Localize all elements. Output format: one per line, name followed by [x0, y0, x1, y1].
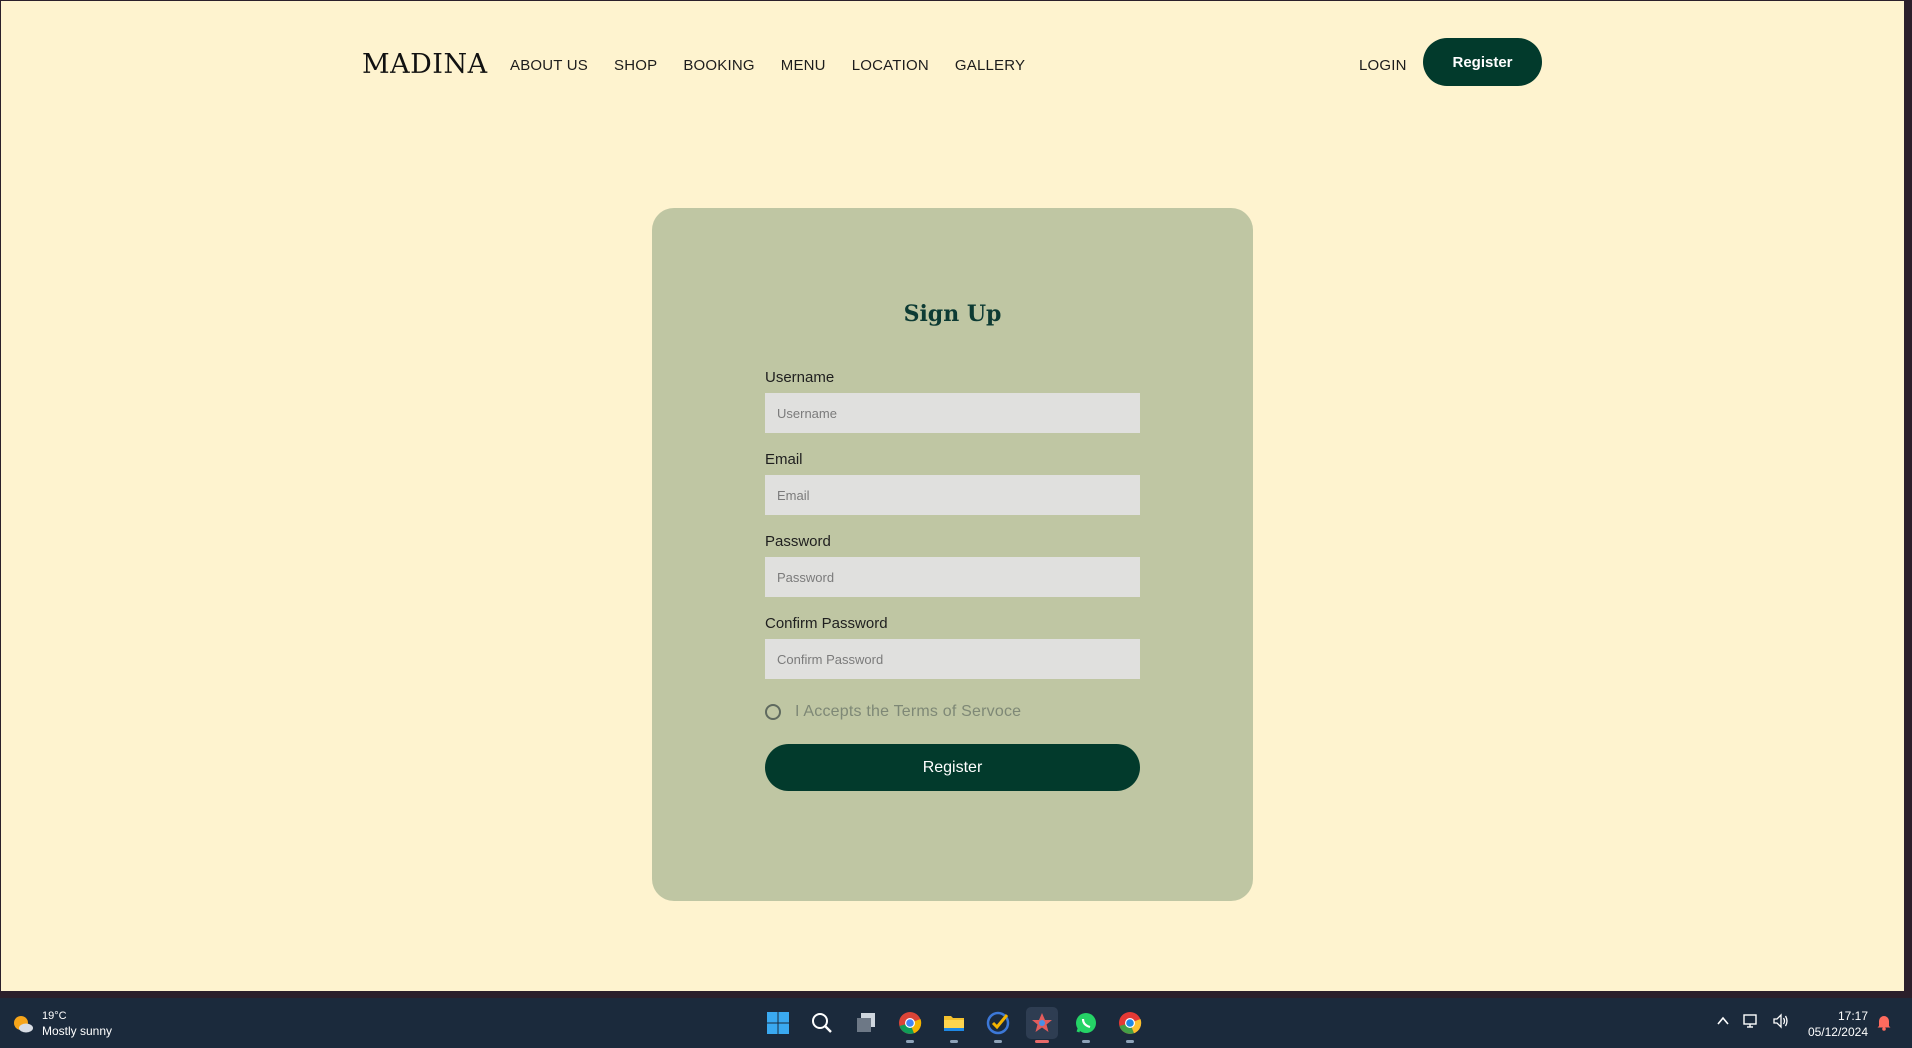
- site-logo[interactable]: MADINA: [362, 49, 488, 80]
- username-label: Username: [765, 369, 835, 386]
- chevron-up-icon[interactable]: [1716, 1014, 1730, 1028]
- file-explorer-icon[interactable]: [938, 1007, 970, 1043]
- weather-temperature: 19°C: [42, 1010, 67, 1022]
- browser-page: MADINA ABOUT US SHOP BOOKING MENU LOCATI…: [1, 1, 1904, 991]
- main-nav: ABOUT US SHOP BOOKING MENU LOCATION GALL…: [510, 57, 1025, 74]
- nav-booking[interactable]: BOOKING: [683, 57, 754, 74]
- taskbar-apps: [762, 1007, 1146, 1043]
- nav-shop[interactable]: SHOP: [614, 57, 657, 74]
- whatsapp-icon[interactable]: [1070, 1007, 1102, 1043]
- partly-sunny-icon: [14, 1016, 33, 1033]
- task-view-icon[interactable]: [850, 1007, 882, 1039]
- terms-row: I Accepts the Terms of Servoce: [765, 703, 1021, 721]
- paint-icon[interactable]: [1026, 1007, 1058, 1043]
- volume-icon[interactable]: [1772, 1012, 1790, 1030]
- system-tray: [1716, 1012, 1790, 1030]
- confirm-password-input[interactable]: [765, 639, 1140, 679]
- header-register-button[interactable]: Register: [1423, 38, 1542, 86]
- weather-widget[interactable]: 19°C Mostly sunny: [12, 1009, 112, 1039]
- windows-start-icon[interactable]: [762, 1007, 794, 1039]
- terms-radio[interactable]: [765, 704, 781, 720]
- clock-date: 05/12/2024: [1807, 1025, 1868, 1039]
- password-label: Password: [765, 533, 831, 550]
- username-input[interactable]: [765, 393, 1140, 433]
- confirm-password-label: Confirm Password: [765, 615, 888, 632]
- password-input[interactable]: [765, 557, 1140, 597]
- taskbar: 19°C Mostly sunny 17:17 05/12/2024: [0, 998, 1912, 1048]
- search-icon[interactable]: [806, 1007, 838, 1039]
- email-input[interactable]: [765, 475, 1140, 515]
- terms-label[interactable]: I Accepts the Terms of Servoce: [795, 703, 1021, 721]
- clock-time: 17:17: [1837, 1009, 1868, 1023]
- nav-location[interactable]: LOCATION: [852, 57, 929, 74]
- notification-bell-icon[interactable]: [1876, 1013, 1892, 1031]
- email-label: Email: [765, 451, 803, 468]
- chrome-icon[interactable]: [894, 1007, 926, 1043]
- network-icon[interactable]: [1742, 1012, 1760, 1030]
- clock[interactable]: 17:17 05/12/2024: [1800, 1008, 1868, 1040]
- nav-about-us[interactable]: ABOUT US: [510, 57, 588, 74]
- chrome-canary-icon[interactable]: [1114, 1007, 1146, 1043]
- nav-gallery[interactable]: GALLERY: [955, 57, 1025, 74]
- signup-title: Sign Up: [903, 301, 1002, 327]
- weather-condition: Mostly sunny: [42, 1024, 113, 1038]
- signup-card: Sign Up Username Email Password Confirm …: [652, 208, 1253, 901]
- nav-menu[interactable]: MENU: [781, 57, 826, 74]
- todo-icon[interactable]: [982, 1007, 1014, 1043]
- register-submit-button[interactable]: Register: [765, 744, 1140, 791]
- login-link[interactable]: LOGIN: [1359, 57, 1407, 74]
